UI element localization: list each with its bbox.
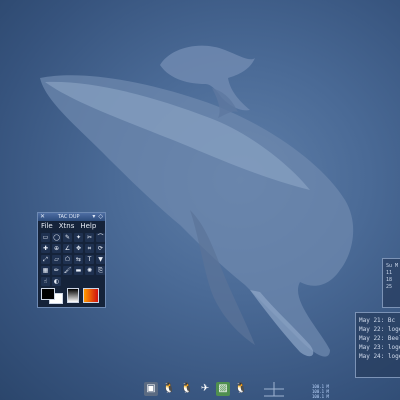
calendar-widget: Su M 11 18 25 (382, 258, 400, 308)
log-line: May 22: Beele (359, 335, 400, 342)
zoom-icon[interactable]: ⊕ (52, 244, 61, 253)
log-line: May 21: Bc (359, 317, 396, 324)
clone-icon[interactable]: ⎘ (96, 266, 105, 275)
net-line: 100.1 M (312, 394, 329, 399)
calendar-line: 18 (386, 277, 393, 283)
foreground-color-swatch[interactable] (41, 288, 55, 300)
smudge-icon[interactable]: ☝ (41, 277, 50, 286)
airbrush-icon[interactable]: ✺ (85, 266, 94, 275)
calendar-line: 11 (386, 270, 393, 276)
maximize-icon[interactable]: ◇ (98, 213, 103, 221)
penguin-icon[interactable]: 🐧 (162, 382, 176, 396)
brush-icon[interactable]: 🖌 (63, 266, 72, 275)
shear-icon[interactable]: ▱ (52, 255, 61, 264)
toolbox-titlebar[interactable]: ✕ TAC DUP ▾ ◇ (38, 213, 105, 221)
toolbox-menubar: File Xtns Help (38, 221, 105, 231)
calendar-line: Su M (386, 263, 399, 269)
select-rect-icon[interactable]: ▭ (41, 233, 50, 242)
text-icon[interactable]: T (85, 255, 94, 264)
color-swatches (41, 287, 103, 304)
log-line: May 24: logem (359, 353, 400, 360)
close-icon[interactable]: ✕ (40, 213, 45, 221)
penguin-3-icon[interactable]: 🐧 (234, 382, 248, 396)
log-widget: May 21: Bc May 22: logem May 22: Beele M… (355, 312, 400, 378)
fg-bg-colors[interactable] (41, 288, 63, 304)
menu-file[interactable]: File (41, 222, 53, 230)
desktop[interactable]: ✕ TAC DUP ▾ ◇ File Xtns Help ▭ ◯ ✎ ✦ ✂ ⌒ ✚ ⊕ ∠ ✥ ⌗… (0, 0, 400, 400)
blend-icon[interactable]: ▦ (41, 266, 50, 275)
gradient-preview[interactable] (83, 288, 99, 303)
wand-icon[interactable]: ✦ (74, 233, 83, 242)
toolbox-title: TAC DUP (57, 214, 80, 220)
scissors-icon[interactable]: ✂ (85, 233, 94, 242)
network-icon[interactable]: ✈ (198, 382, 212, 396)
calendar-line: 25 (386, 284, 393, 290)
eraser-icon[interactable]: ▬ (74, 266, 83, 275)
brush-preview[interactable] (67, 288, 79, 303)
measure-icon[interactable]: ∠ (63, 244, 72, 253)
bucket-icon[interactable]: ▼ (96, 255, 105, 264)
select-ellipse-icon[interactable]: ◯ (52, 233, 61, 242)
cpu-graph-icon[interactable] (263, 381, 285, 397)
crop-icon[interactable]: ⌗ (85, 244, 94, 253)
log-line: May 22: logem (359, 326, 400, 333)
net-monitor: 100.1 M 100.1 M 100.1 M (312, 384, 350, 399)
picker-icon[interactable]: ✚ (41, 244, 50, 253)
shade-icon[interactable]: ▾ (92, 213, 95, 221)
perspective-icon[interactable]: ⬠ (63, 255, 72, 264)
menu-help[interactable]: Help (80, 222, 96, 230)
whale-wallpaper (40, 45, 354, 357)
dock: ▣ 🐧 🐧 ✈ ▨ 🐧 (136, 380, 256, 398)
toolbox-window[interactable]: ✕ TAC DUP ▾ ◇ File Xtns Help ▭ ◯ ✎ ✦ ✂ ⌒ ✚ ⊕ ∠ ✥ ⌗… (37, 212, 106, 308)
pencil-icon[interactable]: ✏ (52, 266, 61, 275)
menu-xtns[interactable]: Xtns (59, 222, 75, 230)
terminal-icon[interactable]: ▣ (144, 382, 158, 396)
dodge-icon[interactable]: ◐ (52, 277, 61, 286)
lasso-icon[interactable]: ✎ (63, 233, 72, 242)
tool-grid: ▭ ◯ ✎ ✦ ✂ ⌒ ✚ ⊕ ∠ ✥ ⌗ ⟳ ⤢ ▱ ⬠ ⇆ T ▼ ▦ ✏ 🖌 ▬ ✺ ⎘ ☝ ◐ (38, 231, 105, 288)
flip-icon[interactable]: ⇆ (74, 255, 83, 264)
rotate-icon[interactable]: ⟳ (96, 244, 105, 253)
image-viewer-icon[interactable]: ▨ (216, 382, 230, 396)
scale-icon[interactable]: ⤢ (41, 255, 50, 264)
paths-icon[interactable]: ⌒ (96, 233, 105, 242)
move-icon[interactable]: ✥ (74, 244, 83, 253)
penguin-alt-icon[interactable]: 🐧 (180, 382, 194, 396)
log-line: May 23: logem (359, 344, 400, 351)
